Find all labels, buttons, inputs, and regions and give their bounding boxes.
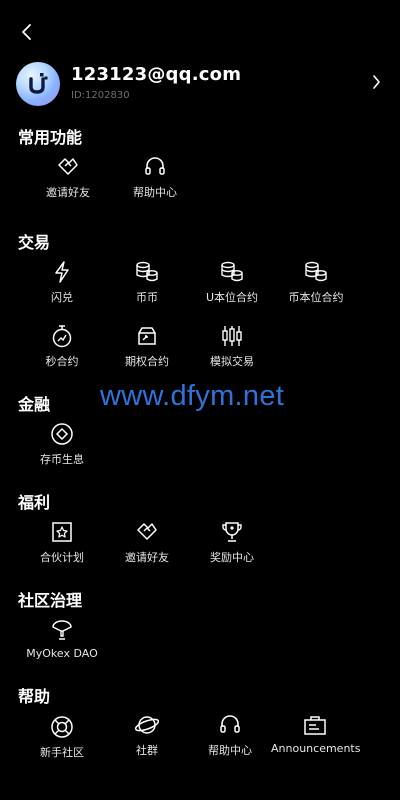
section-title-common: 常用功能: [18, 128, 83, 147]
section-title-welfare: 福利: [18, 493, 51, 512]
coins-icon: [219, 259, 245, 285]
avatar-logo-icon: [29, 73, 48, 94]
announcements-button[interactable]: Announcements: [271, 712, 361, 762]
back-button[interactable]: [14, 18, 38, 46]
options-label: 期权合约: [125, 355, 169, 368]
planet-icon: [134, 712, 160, 738]
social-groups-label: 社群: [136, 744, 158, 757]
chevron-right-icon[interactable]: [368, 72, 384, 92]
announcements-label: Announcements: [271, 742, 361, 755]
dao-label: MyOkex DAO: [26, 647, 98, 660]
options-button[interactable]: 期权合约: [104, 323, 190, 373]
invite-friends-label: 邀请好友: [46, 186, 90, 199]
timer-icon: [49, 323, 75, 349]
help-center-button-2[interactable]: 帮助中心: [187, 712, 273, 762]
help-center-button[interactable]: 帮助中心: [112, 154, 198, 204]
savings-label: 存币生息: [40, 453, 84, 466]
coin-futures-label: 币本位合约: [288, 291, 344, 304]
account-uid: ID:1202830: [71, 90, 130, 101]
partner-program-button[interactable]: 合伙计划: [19, 519, 105, 569]
flash-swap-button[interactable]: 闪兑: [19, 259, 105, 309]
second-contract-label: 秒合约: [45, 355, 79, 368]
invite-icon: [55, 154, 81, 180]
help-center-label-2: 帮助中心: [208, 744, 252, 757]
trophy-icon: [219, 519, 245, 545]
profile-row[interactable]: 123123@qq.com ID:1202830: [16, 60, 386, 106]
beginner-community-label: 新手社区: [40, 746, 84, 759]
coins-icon: [303, 259, 329, 285]
invite-icon: [134, 519, 160, 545]
rewards-center-label: 奖励中心: [210, 551, 254, 564]
coin-futures-button[interactable]: 币本位合约: [273, 259, 359, 309]
coins-icon: [134, 259, 160, 285]
spot-button[interactable]: 币币: [104, 259, 190, 309]
avatar[interactable]: [16, 62, 60, 106]
candlestick-icon: [219, 323, 245, 349]
invite-friends-label-2: 邀请好友: [125, 551, 169, 564]
watermark-text: www.dfym.net: [100, 380, 285, 412]
headset-icon: [142, 154, 168, 180]
spot-label: 币币: [136, 291, 158, 304]
social-groups-button[interactable]: 社群: [104, 712, 190, 762]
rewards-center-button[interactable]: 奖励中心: [189, 519, 275, 569]
usdt-futures-label: U本位合约: [205, 291, 259, 304]
section-title-trade: 交易: [18, 233, 51, 252]
savings-button[interactable]: 存币生息: [19, 421, 105, 471]
help-center-label: 帮助中心: [133, 186, 177, 199]
usdt-futures-button[interactable]: U本位合约: [189, 259, 275, 309]
announcement-icon: [302, 712, 328, 738]
beginner-community-button[interactable]: 新手社区: [19, 714, 105, 764]
dao-button[interactable]: MyOkex DAO: [19, 617, 105, 667]
invite-friends-button[interactable]: 邀请好友: [25, 154, 111, 204]
flash-swap-label: 闪兑: [51, 291, 73, 304]
headset-icon: [217, 712, 243, 738]
dao-icon: [49, 617, 75, 643]
star-box-icon: [49, 519, 75, 545]
demo-trading-label: 模拟交易: [210, 355, 254, 368]
second-contract-button[interactable]: 秒合约: [19, 323, 105, 373]
invite-friends-button-2[interactable]: 邀请好友: [104, 519, 190, 569]
option-icon: [134, 323, 160, 349]
demo-trading-button[interactable]: 模拟交易: [189, 323, 275, 373]
back-icon: [22, 24, 31, 40]
section-title-finance: 金融: [18, 395, 51, 414]
flash-icon: [49, 259, 75, 285]
partner-program-label: 合伙计划: [40, 551, 84, 564]
section-title-help: 帮助: [18, 687, 51, 706]
account-email: 123123@qq.com: [71, 64, 242, 85]
deposit-icon: [49, 421, 75, 447]
lifebuoy-icon: [49, 714, 75, 740]
section-title-community: 社区治理: [18, 591, 83, 610]
